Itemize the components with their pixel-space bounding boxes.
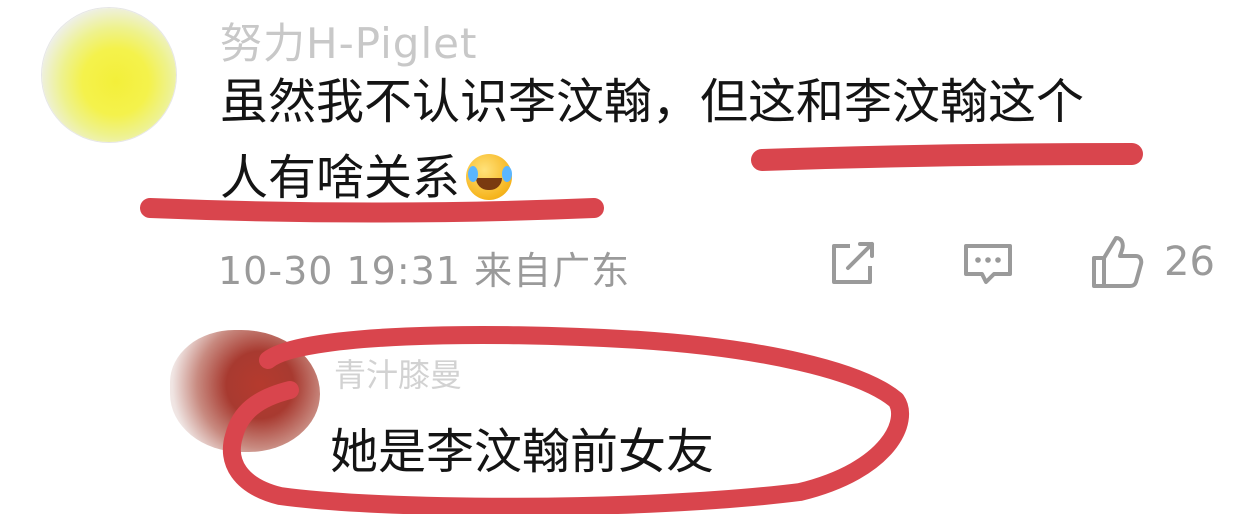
- comment-text-line-2: 人有啥关系: [220, 140, 513, 216]
- share-button[interactable]: [828, 240, 880, 288]
- underline-stroke-right: [751, 143, 1143, 171]
- comment-text-line-1: 虽然我不认识李汶翰，但这和李汶翰这个: [220, 74, 1085, 130]
- commenter-avatar[interactable]: [42, 8, 176, 142]
- comment-timestamp: 10-30 19:31 来自广东: [218, 249, 631, 293]
- thumbs-up-icon: [1092, 236, 1144, 288]
- reply-username[interactable]: 青汁膝曼: [334, 350, 462, 396]
- comment-button[interactable]: [960, 240, 1016, 288]
- reply-avatar[interactable]: [170, 330, 320, 452]
- comment-text-line-2-text: 人有啥关系: [220, 150, 461, 206]
- commenter-username[interactable]: 努力H-Piglet: [220, 10, 477, 71]
- share-icon: [832, 242, 874, 284]
- reply-text: 她是李汶翰前女友: [330, 424, 715, 480]
- like-button[interactable]: 26: [1088, 232, 1222, 292]
- comment-icon: [964, 244, 1012, 284]
- like-count: 26: [1164, 239, 1215, 285]
- laughing-crying-emoji-icon: [466, 154, 513, 200]
